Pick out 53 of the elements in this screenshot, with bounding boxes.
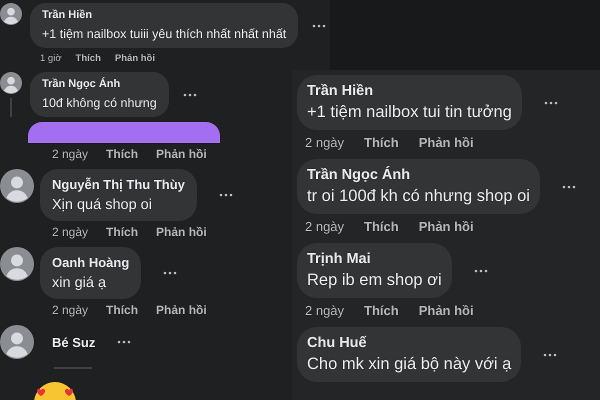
more-icon[interactable] [562, 184, 576, 188]
commenter-name[interactable]: Nguyễn Thị Thu Thùy [52, 177, 185, 192]
more-icon[interactable] [182, 92, 197, 96]
comment-time: 2 ngày [305, 219, 344, 234]
image-attachment[interactable] [28, 122, 220, 143]
commenter-name[interactable]: Trần Hiền [307, 83, 512, 99]
commenter-name[interactable]: Trần Hiền [42, 9, 286, 21]
avatar-icon[interactable] [0, 3, 22, 25]
comment-text: 10đ không có nhưng [42, 96, 157, 110]
comment-text: Xịn quá shop oi [52, 197, 153, 213]
comment-time: 2 ngày [52, 303, 88, 317]
reply-link[interactable]: Phản hồi [418, 219, 474, 234]
comment-time: 2 ngày [52, 225, 88, 239]
like-link[interactable]: Thích [364, 303, 399, 318]
comment-time: 2 ngày [305, 303, 344, 318]
more-icon[interactable] [218, 193, 233, 197]
avatar-icon[interactable] [0, 169, 34, 203]
reply-link[interactable]: Phản hồi [156, 225, 207, 239]
commenter-name[interactable]: Trần Ngọc Ánh [42, 78, 157, 90]
like-link[interactable]: Thích [106, 303, 138, 317]
like-link[interactable]: Thích [106, 147, 138, 161]
like-link[interactable]: Thích [364, 219, 399, 234]
commenter-name[interactable]: Trịnh Mai [307, 251, 442, 267]
like-link[interactable]: Thích [106, 225, 138, 239]
more-icon[interactable] [117, 340, 132, 344]
comment-time: 2 ngày [52, 147, 88, 161]
more-icon[interactable] [312, 24, 326, 28]
reply-link[interactable]: Phản hồi [418, 135, 474, 150]
like-link[interactable]: Thích [364, 135, 399, 150]
reply-link[interactable]: Phản hồi [156, 147, 207, 161]
more-icon[interactable] [544, 100, 558, 104]
commenter-name[interactable]: Trần Ngọc Ánh [307, 167, 530, 183]
commenter-name[interactable]: Oanh Hoàng [52, 255, 130, 270]
comment-text: +1 tiệm nailbox tuiii yêu thích nhất nhất nhất [42, 27, 286, 41]
comment-text: xin giá ạ [52, 275, 108, 291]
comment-text: tr oi 100đ kh có nhưng shop oi [307, 187, 530, 206]
avatar-icon[interactable] [0, 72, 22, 94]
commenter-name[interactable]: Bé Suz [52, 334, 96, 350]
reply-link[interactable]: Phản hồi [114, 53, 156, 64]
comment-text: Rep ib em shop ơi [307, 271, 442, 290]
avatar-icon[interactable] [0, 325, 34, 359]
more-icon[interactable] [474, 268, 488, 272]
comment-text: +1 tiệm nailbox tui tin tưởng [307, 103, 512, 122]
comment-time: 2 ngày [305, 135, 344, 150]
more-icon[interactable] [543, 352, 558, 356]
commenter-name[interactable]: Chu Huế [307, 335, 512, 351]
reply-link[interactable]: Phản hồi [156, 303, 207, 317]
reply-link[interactable]: Phản hồi [418, 303, 474, 318]
more-icon[interactable] [163, 271, 178, 275]
comment-text: Cho mk xin giá bộ này với ạ [307, 355, 512, 374]
like-link[interactable]: Thích [76, 53, 101, 64]
avatar-icon[interactable] [0, 247, 34, 281]
comment-time: 1 giờ [40, 53, 62, 64]
